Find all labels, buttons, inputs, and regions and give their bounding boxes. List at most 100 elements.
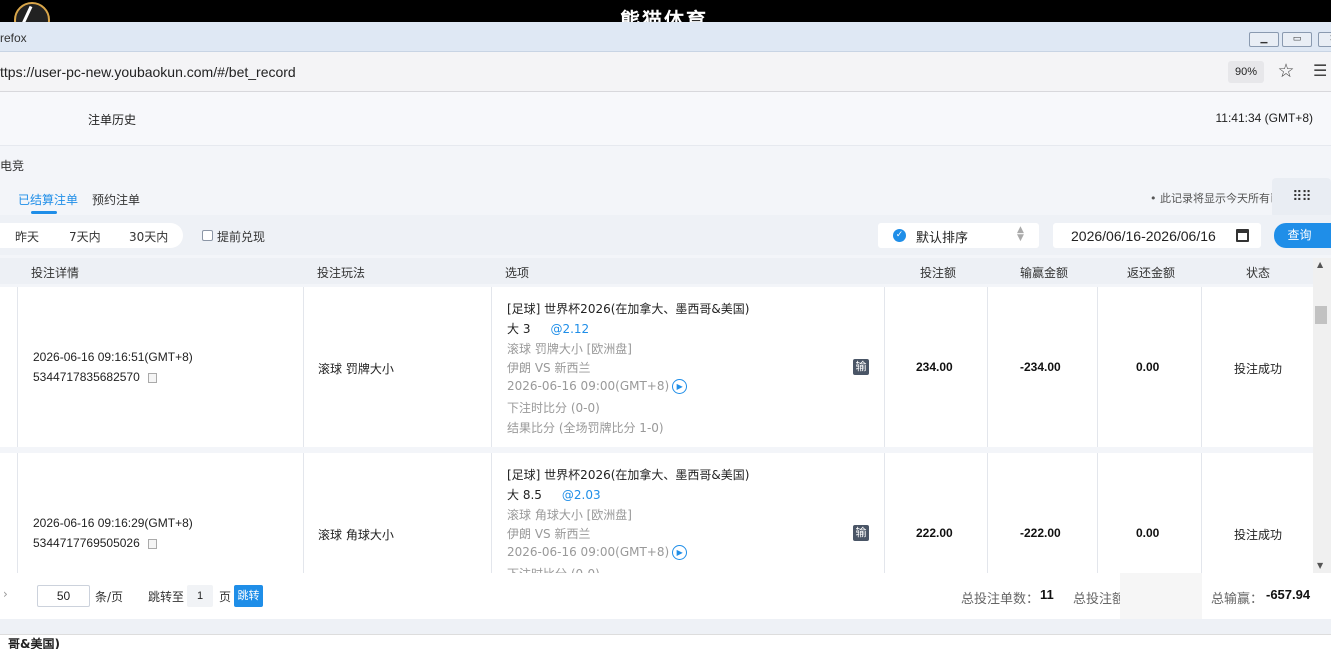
match: 伊朗 VS 新西兰 [507, 361, 591, 375]
total-count: 11 [1040, 587, 1054, 602]
page-unit: 页 [219, 590, 232, 604]
range-yesterday[interactable]: 昨天 [15, 228, 39, 245]
result-score: 结果比分 (全场罚牌比分 1-0) [507, 421, 664, 435]
scroll-thumb[interactable] [1315, 306, 1327, 324]
url-field[interactable]: ttps://user-pc-new.youbaokun.com/#/bet_r… [0, 64, 296, 80]
play-video-icon[interactable]: ▶ [672, 379, 688, 394]
lose-badge: 输 [853, 359, 869, 375]
table-header: 投注详情 投注玩法 选项 投注额 输赢金额 返还金额 状态 [0, 258, 1313, 284]
calendar-icon[interactable] [1236, 229, 1249, 242]
hamburger-menu-icon[interactable]: ☰ [1313, 60, 1331, 82]
next-page-icon[interactable]: › [3, 587, 8, 601]
col-play-type: 投注玩法 [317, 266, 366, 280]
per-page-input[interactable]: 50 [37, 585, 90, 607]
match-time: 2026-06-16 09:00(GMT+8) [507, 545, 670, 559]
total-stake-label: 总投注额 [1073, 592, 1126, 607]
pick-line: 大 3 @2.12 [507, 320, 589, 337]
scroll-up-icon[interactable]: ▲ [1317, 260, 1323, 269]
col-stake: 投注额 [920, 266, 957, 280]
match: 伊朗 VS 新西兰 [507, 527, 591, 541]
sort-caret-icon: ▲ ▼ [1017, 225, 1024, 243]
jump-page-input[interactable]: 1 [187, 585, 213, 607]
pagination-footer: › 50 条/页 跳转至 1 页 跳转 总投注单数： 11 总投注额 总输赢： … [0, 573, 1331, 639]
play-type: 滚球 角球大小 [318, 528, 394, 542]
col-status: 状态 [1246, 266, 1271, 280]
close-button[interactable]: ✕ [1318, 32, 1331, 47]
total-count-label: 总投注单数： [961, 592, 1040, 607]
bet-id: 5344717769505026 [33, 536, 140, 550]
page-header: 注单历史 11:41:34 (GMT+8) [0, 92, 1331, 146]
maximize-button[interactable]: ▭ [1282, 32, 1312, 47]
early-cashout-checkbox[interactable] [202, 230, 213, 241]
minimize-button[interactable]: ▁ [1249, 32, 1279, 47]
check-circle-icon: ✓ [893, 229, 906, 242]
odds: @2.03 [561, 488, 601, 502]
status: 投注成功 [1234, 362, 1283, 376]
bet-score: 下注时比分 (0-0) [507, 401, 600, 415]
market: 滚球 角球大小 [欧洲盘] [507, 508, 632, 522]
app-titlebar: 熊猫体育 [0, 0, 1331, 22]
underlying-text: 哥&美国) [8, 637, 60, 649]
zoom-level[interactable]: 90% [1228, 61, 1264, 83]
returned: 0.00 [1136, 360, 1160, 374]
win-loss: -222.00 [1020, 526, 1061, 540]
app-title: 熊猫体育 [620, 8, 708, 22]
copy-icon[interactable] [148, 373, 157, 383]
play-type: 滚球 罚牌大小 [318, 362, 394, 376]
status: 投注成功 [1234, 528, 1283, 542]
pick: 大 3 [507, 322, 531, 336]
date-range-input[interactable]: 2026/06/16-2026/06/16 [1053, 223, 1261, 248]
page-title: 注单历史 [88, 113, 137, 127]
league: [足球] 世界杯2026(在加拿大、墨西哥&美国) [507, 302, 750, 316]
pick-line: 大 8.5 @2.03 [507, 486, 601, 503]
scroll-down-icon[interactable]: ▼ [1317, 561, 1323, 570]
tab-indicator [31, 211, 57, 214]
per-page-unit: 条/页 [95, 590, 124, 604]
col-option: 选项 [505, 266, 530, 280]
drag-handle-icon[interactable]: ⠿⠿ [1272, 178, 1331, 218]
date-range-value: 2026/06/16-2026/06/16 [1071, 228, 1216, 244]
early-cashout-label[interactable]: 提前兑现 [217, 228, 265, 245]
page-content: 注单历史 11:41:34 (GMT+8) 电竞 已结算注单 预约注单 • 此记… [0, 92, 1331, 649]
clock: 11:41:34 (GMT+8) [1215, 111, 1314, 125]
bet-id: 5344717835682570 [33, 370, 140, 384]
table-row: 2026-06-16 09:16:51(GMT+8) 5344717835682… [0, 287, 1313, 447]
match-time: 2026-06-16 09:00(GMT+8) [507, 379, 670, 393]
match-time-line: 2026-06-16 09:00(GMT+8) ▶ [507, 545, 688, 560]
query-button[interactable]: 查询 [1274, 223, 1331, 248]
stake: 234.00 [916, 360, 953, 374]
total-win: -657.94 [1266, 587, 1311, 602]
range-30-days[interactable]: 30天内 [129, 228, 168, 245]
stake: 222.00 [916, 526, 953, 540]
address-bar: ttps://user-pc-new.youbaokun.com/#/bet_r… [0, 52, 1331, 92]
pick: 大 8.5 [507, 488, 542, 502]
returned: 0.00 [1136, 526, 1160, 540]
total-win-label: 总输赢： [1211, 592, 1264, 607]
sort-label: 默认排序 [916, 231, 969, 246]
odds: @2.12 [550, 322, 590, 336]
filter-bar: 昨天 7天内 30天内 提前兑现 ✓ 默认排序 ▲ ▼ 2026/06/16-20… [0, 215, 1331, 255]
bet-score: 下注时比分 (0-0) [507, 565, 600, 573]
sort-select[interactable]: ✓ 默认排序 ▲ ▼ [878, 223, 1039, 248]
range-7-days[interactable]: 7天内 [69, 228, 101, 245]
tab-settled[interactable]: 已结算注单 [18, 191, 78, 208]
app-logo-icon [14, 2, 50, 22]
jump-button[interactable]: 跳转 [234, 585, 263, 607]
league: [足球] 世界杯2026(在加拿大、墨西哥&美国) [507, 468, 750, 482]
tab-reserved[interactable]: 预约注单 [92, 191, 140, 208]
screen: 熊猫体育 refox ▁ ▭ ✕ ttps://user-pc-new.youb… [0, 0, 1331, 649]
underlying-window: 哥&美国) [0, 634, 1331, 649]
bet-time: 2026-06-16 09:16:29(GMT+8) [33, 516, 193, 530]
copy-icon[interactable] [148, 539, 157, 549]
play-video-icon[interactable]: ▶ [672, 545, 688, 560]
window-title: refox [0, 31, 27, 45]
bottom-gap [0, 619, 1331, 634]
category-label[interactable]: 电竞 [0, 157, 24, 174]
market: 滚球 罚牌大小 [欧洲盘] [507, 342, 632, 356]
jump-label: 跳转至 [148, 590, 185, 604]
table-row: 2026-06-16 09:16:29(GMT+8) 5344717769505… [0, 453, 1313, 573]
bookmark-star-icon[interactable]: ☆ [1275, 60, 1297, 82]
bet-time: 2026-06-16 09:16:51(GMT+8) [33, 350, 193, 364]
col-returned: 返还金额 [1127, 266, 1176, 280]
table-scrollbar[interactable]: ▲ ▼ [1313, 258, 1331, 575]
